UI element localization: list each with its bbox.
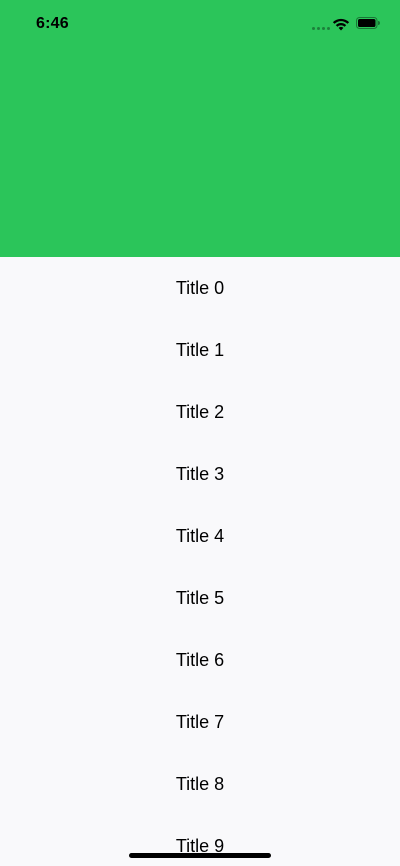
list-item[interactable]: Title 6 [0, 629, 400, 691]
home-indicator[interactable] [129, 853, 271, 858]
battery-icon [356, 17, 380, 29]
list-item-title: Title 8 [175, 773, 225, 794]
list-item-title: Title 0 [175, 277, 225, 298]
status-bar: 6:46 [0, 0, 400, 50]
title-list: Title 0 Title 1 Title 2 Title 3 Title 4 … [0, 257, 400, 866]
list-item[interactable]: Title 2 [0, 381, 400, 443]
list-item-title: Title 7 [175, 711, 225, 732]
status-time: 6:46 [36, 15, 69, 32]
list-item[interactable]: Title 0 [0, 257, 400, 319]
green-header: 6:46 [0, 0, 400, 257]
list-item[interactable]: Title 5 [0, 567, 400, 629]
list-item-title: Title 3 [175, 463, 225, 484]
list-item[interactable]: Title 7 [0, 691, 400, 753]
list-item[interactable]: Title 4 [0, 505, 400, 567]
list-item-title: Title 2 [175, 401, 225, 422]
list-item[interactable]: Title 8 [0, 753, 400, 815]
list-item-title: Title 5 [175, 587, 225, 608]
wifi-icon [332, 18, 350, 31]
app-screen: 6:46 Title 0 Title 1 Title 2 Title 3 Tit… [0, 0, 400, 866]
list-item-title: Title 6 [175, 649, 225, 670]
list-item[interactable]: Title 1 [0, 319, 400, 381]
list-item-title: Title 4 [175, 525, 225, 546]
list-item[interactable]: Title 9 [0, 815, 400, 866]
list-item-title: Title 1 [175, 339, 225, 360]
list-item[interactable]: Title 3 [0, 443, 400, 505]
signal-icon [312, 27, 330, 31]
